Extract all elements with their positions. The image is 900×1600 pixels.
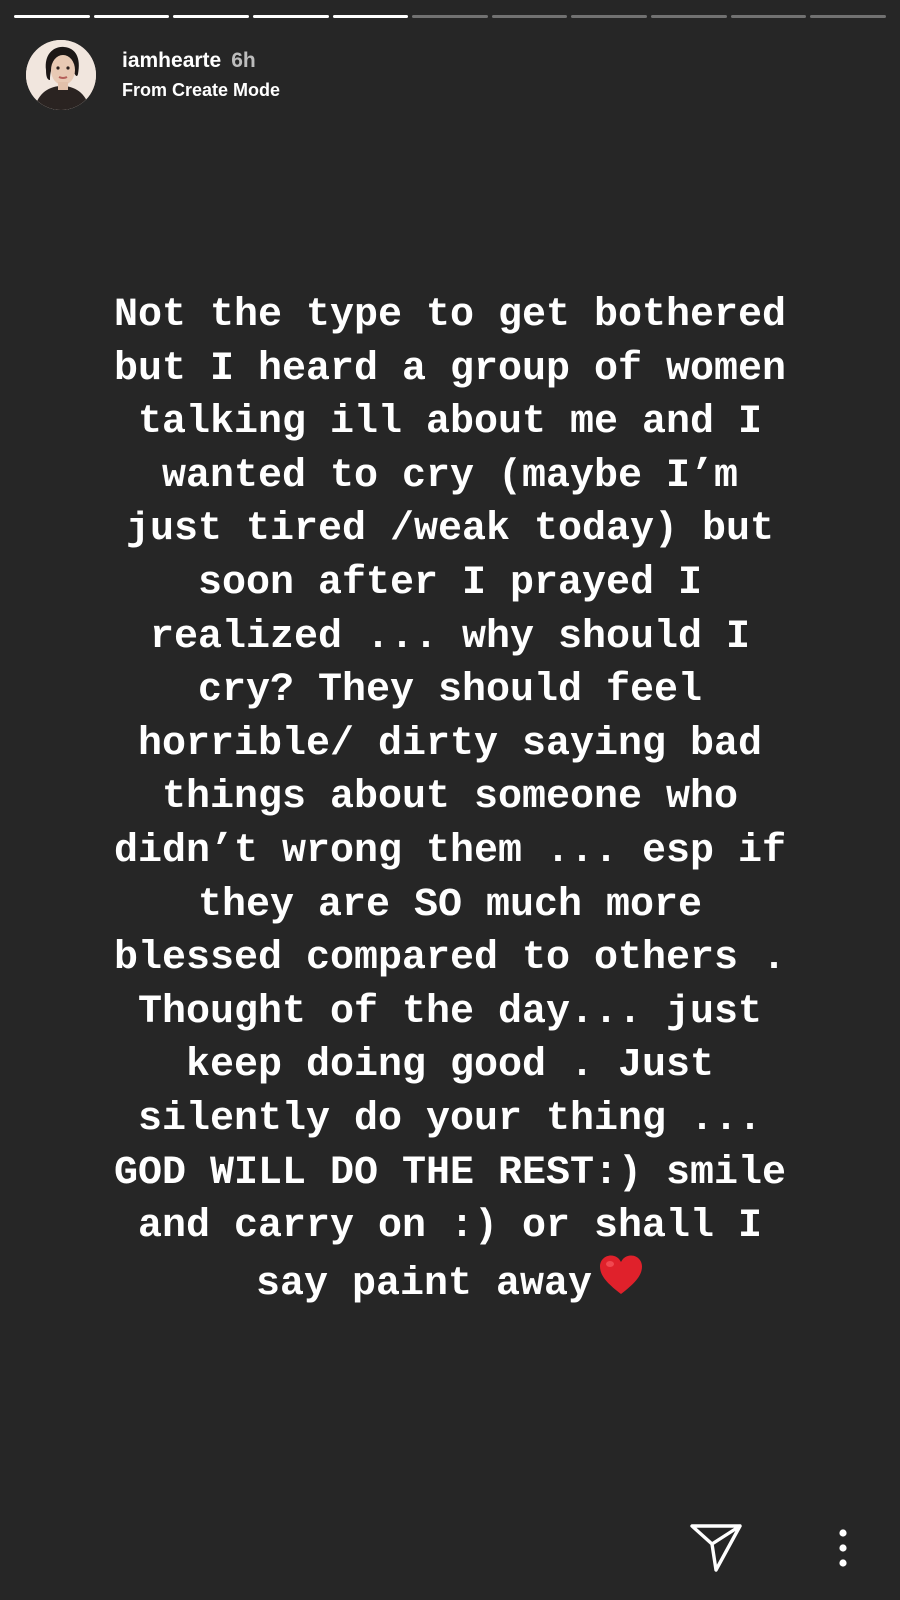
- story-text-line: they are SO much more: [197, 882, 703, 928]
- story-text-line: Thought of the day... just: [137, 989, 763, 1035]
- story-text-line: Not the type to get bothered: [113, 293, 787, 338]
- progress-segment: [810, 15, 887, 18]
- story-text-line: blessed compared to others .: [113, 936, 787, 982]
- story-progress-bar: [14, 15, 887, 19]
- progress-segment: [252, 15, 329, 18]
- progress-segment: [332, 15, 409, 18]
- more-options-icon[interactable]: [836, 1528, 850, 1568]
- progress-segment: [93, 15, 170, 18]
- story-text-line: say paint away: [255, 1261, 593, 1307]
- story-text-line: and carry on :) or shall I: [137, 1204, 763, 1250]
- story-text-line: horrible/ dirty saying bad: [137, 721, 763, 767]
- story-text-line: realized ... why should I: [149, 614, 751, 660]
- progress-segment: [412, 15, 488, 18]
- story-text-line: wanted to cry (maybe I’m: [161, 453, 739, 499]
- story-text-line: cry? They should feel: [197, 668, 703, 714]
- post-time: 6h: [231, 49, 256, 72]
- story-text-line: just tired /weak today) but: [125, 507, 775, 553]
- avatar-portrait-icon: [26, 40, 96, 110]
- story-text-line: things about someone who: [161, 775, 739, 821]
- story-text-line: GOD WILL DO THE REST:) smile: [113, 1150, 787, 1196]
- story-meta: iamhearte 6h From Create Mode: [122, 49, 280, 101]
- red-heart-icon: [598, 1254, 644, 1314]
- story-text-line: soon after I prayed I: [197, 560, 703, 606]
- progress-segment: [491, 15, 568, 18]
- username[interactable]: iamhearte: [122, 49, 221, 73]
- story-text-line: silently do your thing ...: [137, 1096, 763, 1142]
- story-text-line: didn’t wrong them ... esp if: [113, 828, 787, 874]
- progress-segment: [173, 15, 249, 18]
- progress-segment: [571, 15, 648, 18]
- story-source-label: From Create Mode: [122, 80, 281, 100]
- story-header: iamhearte 6h From Create Mode: [26, 40, 280, 110]
- story-text-block: Not the type to get bothered but I heard…: [20, 289, 880, 1313]
- progress-segment: [730, 15, 807, 18]
- story-text-line: keep doing good . Just: [185, 1043, 715, 1089]
- story-text-last-line: say paint away: [20, 1254, 880, 1314]
- progress-segment: [651, 15, 727, 18]
- avatar[interactable]: [26, 40, 96, 110]
- story-text-line: talking ill about me and I: [137, 400, 763, 446]
- story-meta-row: iamhearte 6h: [122, 49, 280, 73]
- progress-segment: [14, 15, 90, 18]
- story-text-line: but I heard a group of women: [113, 346, 787, 392]
- send-direct-icon[interactable]: [688, 1522, 744, 1574]
